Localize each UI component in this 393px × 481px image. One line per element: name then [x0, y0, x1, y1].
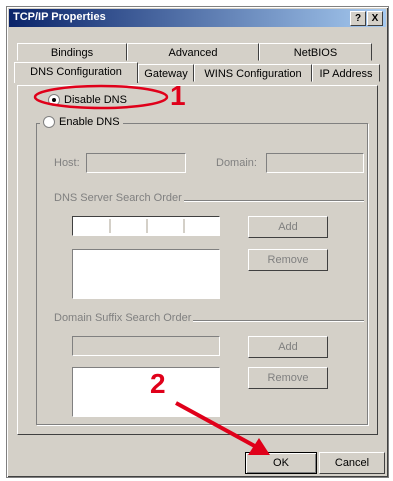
step-2-annotation: 2 — [150, 368, 166, 399]
domain-suffix-remove-button[interactable]: Remove — [248, 367, 328, 389]
cancel-button[interactable]: Cancel — [319, 452, 385, 474]
domain-suffix-list[interactable] — [72, 367, 220, 417]
domain-suffix-order-label: Domain Suffix Search Order — [52, 312, 194, 324]
domain-label: Domain: — [216, 157, 257, 169]
ip-separator — [109, 219, 111, 233]
step-1-annotation: 1 — [170, 80, 186, 111]
dns-server-ip-field[interactable] — [72, 216, 220, 236]
help-icon[interactable]: ? — [350, 11, 366, 26]
tab-bindings[interactable]: Bindings — [17, 43, 127, 61]
ok-button[interactable]: OK — [245, 452, 317, 474]
tab-ip-address[interactable]: IP Address — [312, 64, 380, 82]
domain-suffix-remove-label: Remove — [267, 372, 309, 384]
tab-netbios[interactable]: NetBIOS — [259, 43, 372, 61]
domain-suffix-add-button[interactable]: Add — [248, 336, 328, 358]
dns-server-order-label: DNS Server Search Order — [52, 192, 184, 204]
dns-server-add-button[interactable]: Add — [248, 216, 328, 238]
dns-configuration-panel: Disable DNS Enable DNS Host: Domain: DNS… — [17, 85, 378, 435]
tcpip-properties-dialog: TCP/IP Properties ? X Bindings Advanced … — [6, 6, 389, 478]
ip-separator — [183, 219, 185, 233]
domain-suffix-field[interactable] — [72, 336, 220, 356]
enable-dns-radio[interactable] — [43, 116, 55, 128]
ip-separator — [146, 219, 148, 233]
tab-advanced[interactable]: Advanced — [127, 43, 259, 61]
host-label: Host: — [54, 157, 80, 169]
dns-server-add-label: Add — [278, 221, 298, 233]
enable-dns-option[interactable]: Enable DNS — [40, 116, 123, 128]
dns-server-remove-button[interactable]: Remove — [248, 249, 328, 271]
enable-dns-label: Enable DNS — [59, 116, 120, 128]
close-icon[interactable]: X — [367, 11, 383, 26]
domain-suffix-add-label: Add — [278, 341, 298, 353]
disable-dns-label: Disable DNS — [64, 94, 127, 106]
disable-dns-radio[interactable] — [48, 94, 60, 106]
ok-label: OK — [273, 457, 289, 469]
title-bar: TCP/IP Properties ? X — [9, 9, 386, 27]
dns-server-list[interactable] — [72, 249, 220, 299]
tab-gateway[interactable]: Gateway — [138, 64, 194, 82]
domain-field[interactable] — [266, 153, 364, 173]
cancel-label: Cancel — [334, 457, 370, 469]
window-title: TCP/IP Properties — [13, 11, 106, 23]
tab-wins-configuration[interactable]: WINS Configuration — [194, 64, 312, 82]
host-field[interactable] — [86, 153, 186, 173]
disable-dns-option[interactable]: Disable DNS — [48, 94, 127, 106]
tab-dns-configuration[interactable]: DNS Configuration — [14, 62, 138, 83]
dns-server-remove-label: Remove — [267, 254, 309, 266]
